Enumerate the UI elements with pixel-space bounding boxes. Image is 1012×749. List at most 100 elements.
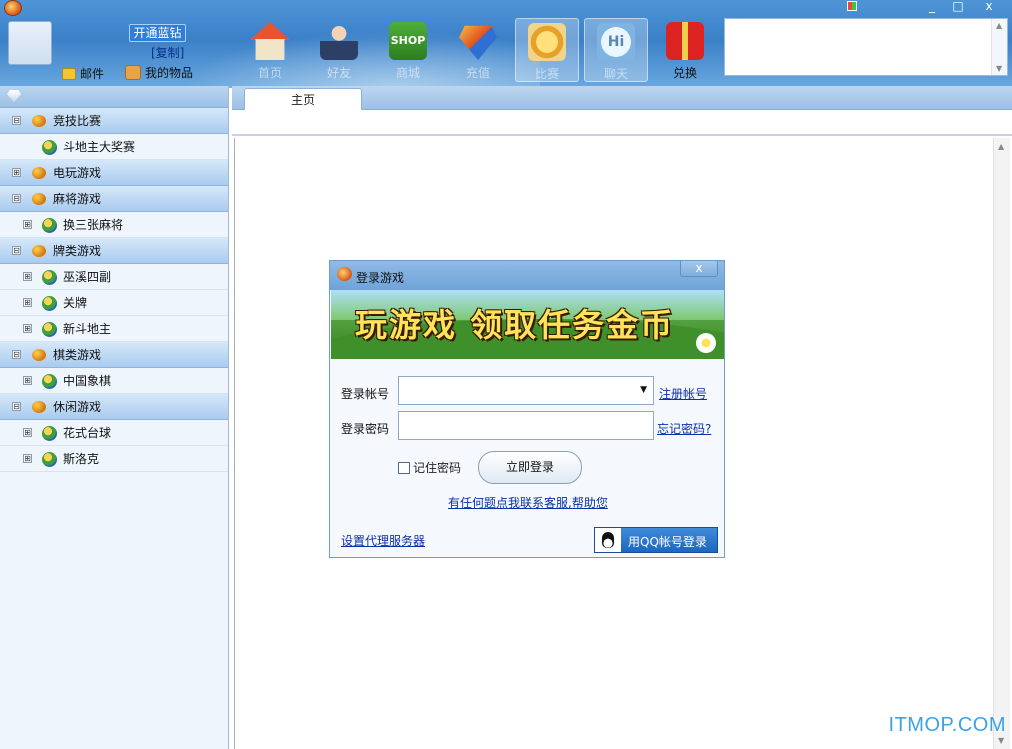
notice-box[interactable]: ▲ ▼ xyxy=(724,18,1008,76)
expand-icon[interactable]: ⊞ xyxy=(23,272,32,281)
qq-penguin-icon xyxy=(595,528,621,552)
friend-icon xyxy=(320,22,358,60)
diamond-icon[interactable] xyxy=(7,90,21,102)
category-icon xyxy=(32,193,46,205)
game-sidebar: ⊟ 竞技比赛 斗地主大奖赛 ⊞ 电玩游戏 ⊟ 麻将游戏 ⊞ 换三张麻将 ⊟ 牌类… xyxy=(0,86,229,749)
tree-game-item[interactable]: 斗地主大奖赛 xyxy=(0,134,228,160)
collapse-icon[interactable]: ⊟ xyxy=(12,350,21,359)
tree-game-item[interactable]: ⊞ 新斗地主 xyxy=(0,316,228,342)
tree-category[interactable]: ⊞ 电玩游戏 xyxy=(0,160,228,186)
tree-category[interactable]: ⊟ 休闲游戏 xyxy=(0,394,228,420)
tree-category[interactable]: ⊟ 麻将游戏 xyxy=(0,186,228,212)
customer-service-link[interactable]: 有任何题点我联系客服,帮助您 xyxy=(448,494,608,511)
collapse-icon[interactable]: ⊟ xyxy=(12,116,21,125)
game-label: 巫溪四副 xyxy=(63,270,112,284)
toolbar-home-button[interactable]: 首页 xyxy=(238,18,302,82)
category-icon xyxy=(32,167,46,179)
category-icon xyxy=(32,115,46,127)
user-avatar[interactable] xyxy=(8,21,52,65)
category-label: 棋类游戏 xyxy=(53,348,102,362)
toolbar-shop-button[interactable]: SHOP 商城 xyxy=(376,18,440,82)
password-input[interactable] xyxy=(398,411,654,440)
toolbar-chat-button[interactable]: Hi 聊天 xyxy=(584,18,648,82)
dialog-title: 登录游戏 xyxy=(356,271,405,285)
banner-slogan: 玩游戏 领取任务金币 xyxy=(355,306,675,344)
flower-icon xyxy=(696,333,716,353)
expand-icon[interactable]: ⊞ xyxy=(12,168,21,177)
my-items-button[interactable]: 我的物品 xyxy=(125,64,193,81)
tree-category[interactable]: ⊟ 牌类游戏 xyxy=(0,238,228,264)
toolbar-label: 商城 xyxy=(395,66,420,80)
tree-category[interactable]: ⊟ 竞技比赛 xyxy=(0,108,228,134)
game-globe-icon xyxy=(42,426,57,441)
collapse-icon[interactable]: ⊟ xyxy=(12,402,21,411)
tab-home[interactable]: 主页 xyxy=(244,88,362,110)
close-button[interactable]: x xyxy=(972,0,1006,14)
minimize-button[interactable]: _ xyxy=(920,0,944,14)
remember-label: 记住密码 xyxy=(413,461,462,475)
dialog-close-button[interactable]: x xyxy=(680,261,718,277)
login-button[interactable]: 立即登录 xyxy=(478,451,582,484)
pay-icon xyxy=(459,25,497,60)
scroll-down-icon[interactable]: ▼ xyxy=(996,64,1002,73)
collapse-icon[interactable]: ⊟ xyxy=(12,246,21,255)
window-controls: _ □ x xyxy=(920,0,1006,14)
expand-icon[interactable]: ⊞ xyxy=(23,298,32,307)
remember-password-checkbox[interactable]: 记住密码 xyxy=(398,459,461,476)
notice-scrollbar[interactable]: ▲ ▼ xyxy=(991,19,1007,75)
dropdown-arrow-icon[interactable]: ▼ xyxy=(640,385,647,395)
open-vip-button[interactable]: 开通蓝钻 xyxy=(129,24,186,42)
copy-link[interactable]: [复制] xyxy=(151,44,184,61)
expand-icon[interactable]: ⊞ xyxy=(23,220,32,229)
category-label: 电玩游戏 xyxy=(53,166,102,180)
tree-game-item[interactable]: ⊞ 花式台球 xyxy=(0,420,228,446)
expand-icon[interactable]: ⊞ xyxy=(23,428,32,437)
mail-button[interactable]: 邮件 xyxy=(62,65,104,82)
toolbar-label: 首页 xyxy=(257,66,282,80)
category-icon xyxy=(32,349,46,361)
game-globe-icon xyxy=(42,374,57,389)
bag-icon xyxy=(125,65,141,80)
promo-banner[interactable]: 玩游戏 领取任务金币 xyxy=(331,290,724,359)
tree-game-item[interactable]: ⊞ 巫溪四副 xyxy=(0,264,228,290)
register-link[interactable]: 注册帐号 xyxy=(659,385,707,402)
expand-icon[interactable]: ⊞ xyxy=(23,376,32,385)
account-label: 登录帐号 xyxy=(341,387,390,401)
tree-game-item[interactable]: ⊞ 斯洛克 xyxy=(0,446,228,472)
my-items-label: 我的物品 xyxy=(145,66,194,80)
toolbar-friends-button[interactable]: 好友 xyxy=(307,18,371,82)
toolbar-exchange-button[interactable]: 兑换 xyxy=(653,18,717,82)
proxy-settings-link[interactable]: 设置代理服务器 xyxy=(341,532,425,549)
toolbar-recharge-button[interactable]: 充值 xyxy=(446,18,510,82)
game-globe-icon xyxy=(42,452,57,467)
category-label: 牌类游戏 xyxy=(53,244,102,258)
scroll-up-icon[interactable]: ▲ xyxy=(996,21,1002,30)
scroll-down-icon[interactable]: ▼ xyxy=(998,736,1004,745)
expand-icon[interactable]: ⊞ xyxy=(23,324,32,333)
tree-game-item[interactable]: ⊞ 换三张麻将 xyxy=(0,212,228,238)
game-globe-icon xyxy=(42,296,57,311)
shop-icon: SHOP xyxy=(389,22,427,60)
qq-login-label: 用QQ帐号登录 xyxy=(628,535,707,549)
watermark-text: ITMOP.COM xyxy=(888,714,1006,736)
content-scrollbar[interactable]: ▲ ▼ xyxy=(993,138,1010,749)
tree-game-item[interactable]: ⊞ 关牌 xyxy=(0,290,228,316)
collapse-icon[interactable]: ⊟ xyxy=(12,194,21,203)
qq-login-button[interactable]: 用QQ帐号登录 xyxy=(594,527,718,553)
account-input[interactable]: ▼ xyxy=(398,376,654,405)
tab-bar: 主页 xyxy=(232,86,1012,110)
maximize-button[interactable]: □ xyxy=(946,0,970,14)
app-logo-icon[interactable] xyxy=(4,0,22,16)
forgot-password-link[interactable]: 忘记密码? xyxy=(657,420,711,437)
toolbar-match-button[interactable]: 比赛 xyxy=(515,18,579,82)
dialog-title-bar[interactable]: 登录游戏 x xyxy=(330,261,724,290)
mail-label: 邮件 xyxy=(80,67,105,81)
scroll-up-icon[interactable]: ▲ xyxy=(998,142,1004,151)
checkbox-icon[interactable] xyxy=(398,461,410,474)
skin-icon[interactable] xyxy=(847,1,857,11)
game-label: 换三张麻将 xyxy=(63,218,124,232)
tree-category[interactable]: ⊟ 棋类游戏 xyxy=(0,342,228,368)
sidebar-header xyxy=(0,86,228,108)
tree-game-item[interactable]: ⊞ 中国象棋 xyxy=(0,368,228,394)
expand-icon[interactable]: ⊞ xyxy=(23,454,32,463)
